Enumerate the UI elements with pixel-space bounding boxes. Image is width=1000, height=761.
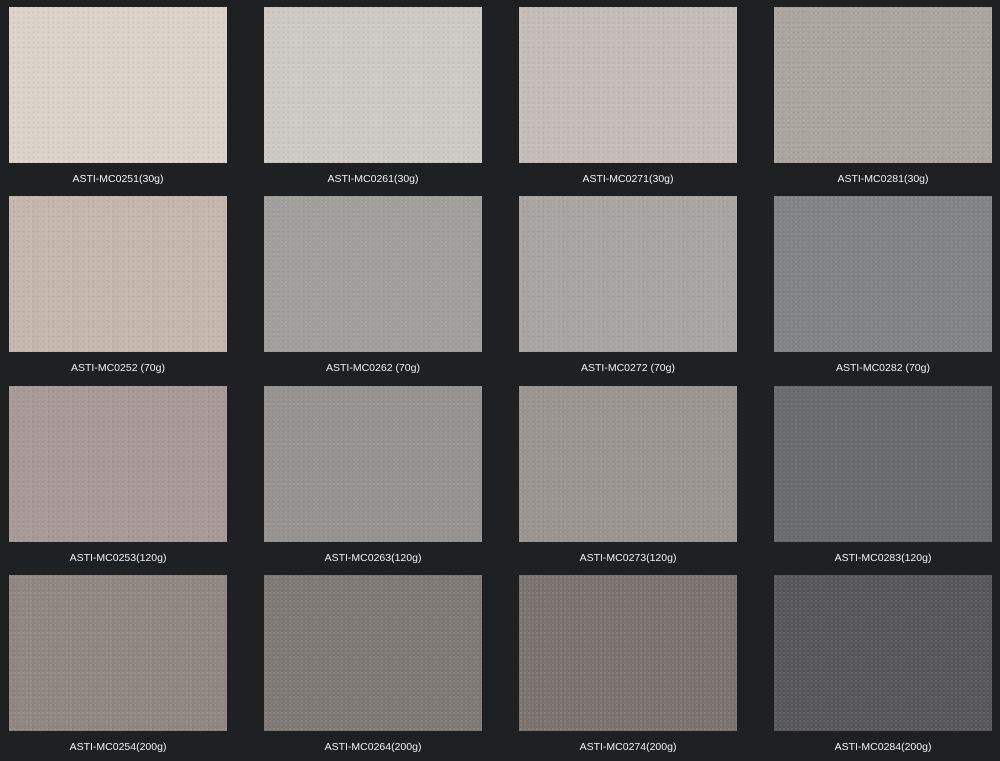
swatch-card[interactable]: ASTI-MC0274(200g) [519, 575, 737, 754]
swatch-card[interactable]: ASTI-MC0254(200g) [9, 575, 227, 754]
swatch-label: ASTI-MC0271(30g) [582, 173, 674, 185]
swatch-label: ASTI-MC0251(30g) [72, 173, 164, 185]
swatch-sample [774, 575, 992, 731]
swatch-sample [774, 196, 992, 352]
swatch-label: ASTI-MC0281(30g) [837, 173, 929, 185]
swatch-card[interactable]: ASTI-MC0261(30g) [264, 7, 482, 186]
swatch-card[interactable]: ASTI-MC0283(120g) [774, 386, 992, 565]
swatch-sample [264, 7, 482, 163]
swatch-card[interactable]: ASTI-MC0281(30g) [774, 7, 992, 186]
swatch-label: ASTI-MC0253(120g) [69, 552, 167, 564]
swatch-label: ASTI-MC0254(200g) [69, 741, 167, 753]
swatch-label: ASTI-MC0284(200g) [834, 741, 932, 753]
swatch-card[interactable]: ASTI-MC0262 (70g) [264, 196, 482, 375]
swatch-card[interactable]: ASTI-MC0252 (70g) [9, 196, 227, 375]
swatch-sample [519, 575, 737, 731]
swatch-card[interactable]: ASTI-MC0284(200g) [774, 575, 992, 754]
swatch-label: ASTI-MC0263(120g) [324, 552, 422, 564]
swatch-sample [774, 7, 992, 163]
swatch-card[interactable]: ASTI-MC0253(120g) [9, 386, 227, 565]
swatch-card[interactable]: ASTI-MC0263(120g) [264, 386, 482, 565]
swatch-card[interactable]: ASTI-MC0264(200g) [264, 575, 482, 754]
swatch-sample [264, 575, 482, 731]
swatch-label: ASTI-MC0272 (70g) [581, 362, 675, 374]
swatch-sample [9, 196, 227, 352]
swatch-label: ASTI-MC0262 (70g) [326, 362, 420, 374]
swatch-label: ASTI-MC0264(200g) [324, 741, 422, 753]
swatch-sample [9, 7, 227, 163]
swatch-sample [519, 7, 737, 163]
swatch-card[interactable]: ASTI-MC0272 (70g) [519, 196, 737, 375]
swatch-sample [519, 386, 737, 542]
swatch-sample [264, 196, 482, 352]
swatch-card[interactable]: ASTI-MC0271(30g) [519, 7, 737, 186]
swatch-label: ASTI-MC0282 (70g) [836, 362, 930, 374]
swatch-sample [264, 386, 482, 542]
swatch-sample [774, 386, 992, 542]
swatch-sample [9, 575, 227, 731]
swatch-card[interactable]: ASTI-MC0273(120g) [519, 386, 737, 565]
swatch-label: ASTI-MC0283(120g) [834, 552, 932, 564]
swatch-card[interactable]: ASTI-MC0251(30g) [9, 7, 227, 186]
swatch-label: ASTI-MC0273(120g) [579, 552, 677, 564]
swatch-label: ASTI-MC0274(200g) [579, 741, 677, 753]
swatch-sample [9, 386, 227, 542]
swatch-sample [519, 196, 737, 352]
swatch-label: ASTI-MC0252 (70g) [71, 362, 165, 374]
swatch-card[interactable]: ASTI-MC0282 (70g) [774, 196, 992, 375]
swatch-grid: ASTI-MC0251(30g) ASTI-MC0261(30g) ASTI-M… [0, 0, 1000, 761]
swatch-label: ASTI-MC0261(30g) [327, 173, 419, 185]
